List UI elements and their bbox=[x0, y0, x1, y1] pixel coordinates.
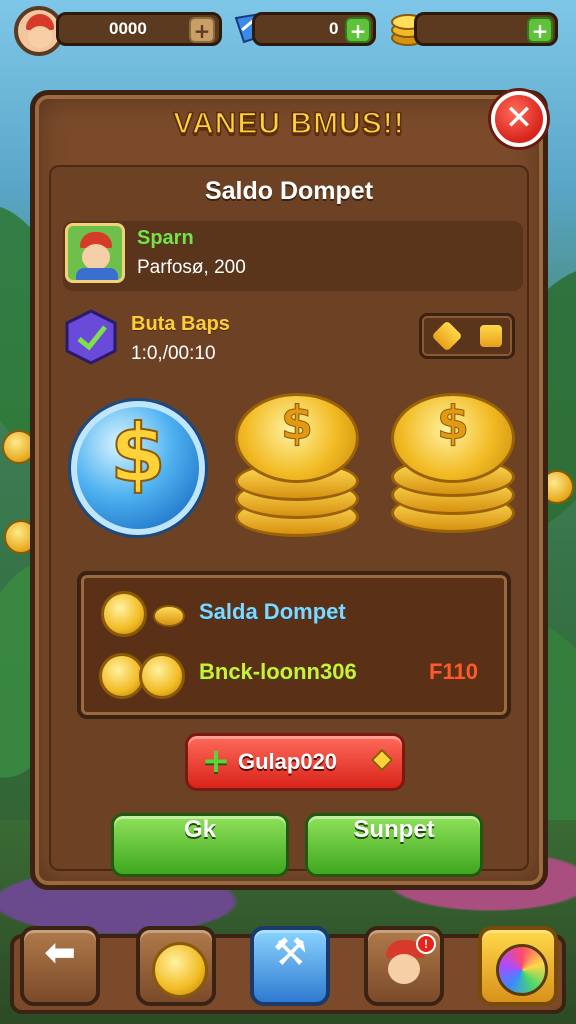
bonus-gem-icon bbox=[65, 309, 117, 365]
wallet-popup: VANEU BMUS!! ✕ Saldo Dompet Sparn Parfos… bbox=[30, 90, 548, 890]
orb-icon bbox=[496, 944, 548, 996]
profile-name: Sparn bbox=[137, 227, 194, 249]
claim-button-label: Gulap020 bbox=[238, 749, 338, 774]
add-coins-button[interactable]: + bbox=[189, 17, 215, 43]
bolt-icon[interactable] bbox=[480, 325, 502, 347]
nav-tools-button[interactable]: ⚒ bbox=[250, 926, 330, 1006]
plus-icon: + bbox=[201, 741, 231, 781]
coin-icon bbox=[152, 942, 208, 998]
blue-dollar-coin-icon[interactable]: $ bbox=[71, 401, 205, 535]
arrow-left-icon: ⬅ bbox=[44, 930, 76, 974]
close-icon: ✕ bbox=[504, 98, 534, 138]
face-icon bbox=[388, 954, 420, 984]
nav-character-button[interactable]: ! bbox=[364, 926, 444, 1006]
bonus-name: Buta Baps bbox=[131, 313, 230, 335]
body-icon bbox=[76, 268, 118, 280]
resource-bar: 0000 + 0 + + bbox=[0, 0, 576, 62]
face-icon bbox=[82, 244, 110, 270]
coin-icon bbox=[139, 653, 185, 699]
claim-button[interactable]: + Gulap020 bbox=[185, 733, 405, 791]
gold-counter: + bbox=[414, 12, 558, 46]
bonus-actions[interactable] bbox=[419, 313, 515, 359]
wallet-code: Bnck-loonn306 bbox=[199, 659, 357, 684]
hammer-icon: ⚒ bbox=[272, 930, 308, 974]
popup-subtitle: Saldo Dompet bbox=[204, 177, 374, 205]
nav-home-button[interactable]: ⬅ bbox=[20, 926, 100, 1006]
diamond-icon bbox=[370, 748, 394, 772]
bonus-detail: 1:0,/00:10 bbox=[131, 343, 216, 364]
coin-icon bbox=[101, 591, 147, 637]
popup-title: VANEU BMUS!! bbox=[173, 106, 405, 141]
profile-row: Sparn Parfosø, 200 bbox=[63, 221, 523, 291]
add-gems-button[interactable]: + bbox=[345, 17, 371, 43]
gems-counter: 0 + bbox=[252, 12, 376, 46]
diamond-icon[interactable] bbox=[431, 320, 463, 352]
wallet-balance-box: Salda Dompet Bnck-loonn306 F110 bbox=[77, 571, 511, 719]
wallet-label: Salda Dompet bbox=[199, 599, 346, 624]
nav-coins-button[interactable] bbox=[136, 926, 216, 1006]
face-icon bbox=[28, 26, 52, 48]
coins-counter: 0000 + bbox=[56, 12, 222, 46]
notification-badge: ! bbox=[416, 934, 436, 954]
coins-value: 0000 bbox=[109, 19, 147, 38]
wallet-amount: F110 bbox=[429, 659, 478, 684]
nav-orb-button[interactable] bbox=[478, 926, 558, 1006]
gold-coin-stack-icon[interactable]: $ bbox=[391, 393, 515, 543]
confirm-button[interactable]: Sunpet bbox=[305, 813, 483, 877]
add-gold-button[interactable]: + bbox=[527, 17, 553, 43]
gold-coin-stack-icon[interactable]: $ bbox=[235, 393, 359, 543]
close-button[interactable]: ✕ bbox=[491, 91, 547, 147]
ok-button[interactable]: Gk bbox=[111, 813, 289, 877]
coin-icon bbox=[153, 605, 185, 627]
profile-detail: Parfosø, 200 bbox=[137, 257, 246, 278]
bottom-nav: ⬅ ⚒ ! bbox=[0, 916, 576, 1024]
gems-value: 0 bbox=[329, 19, 339, 38]
profile-avatar bbox=[65, 223, 125, 283]
